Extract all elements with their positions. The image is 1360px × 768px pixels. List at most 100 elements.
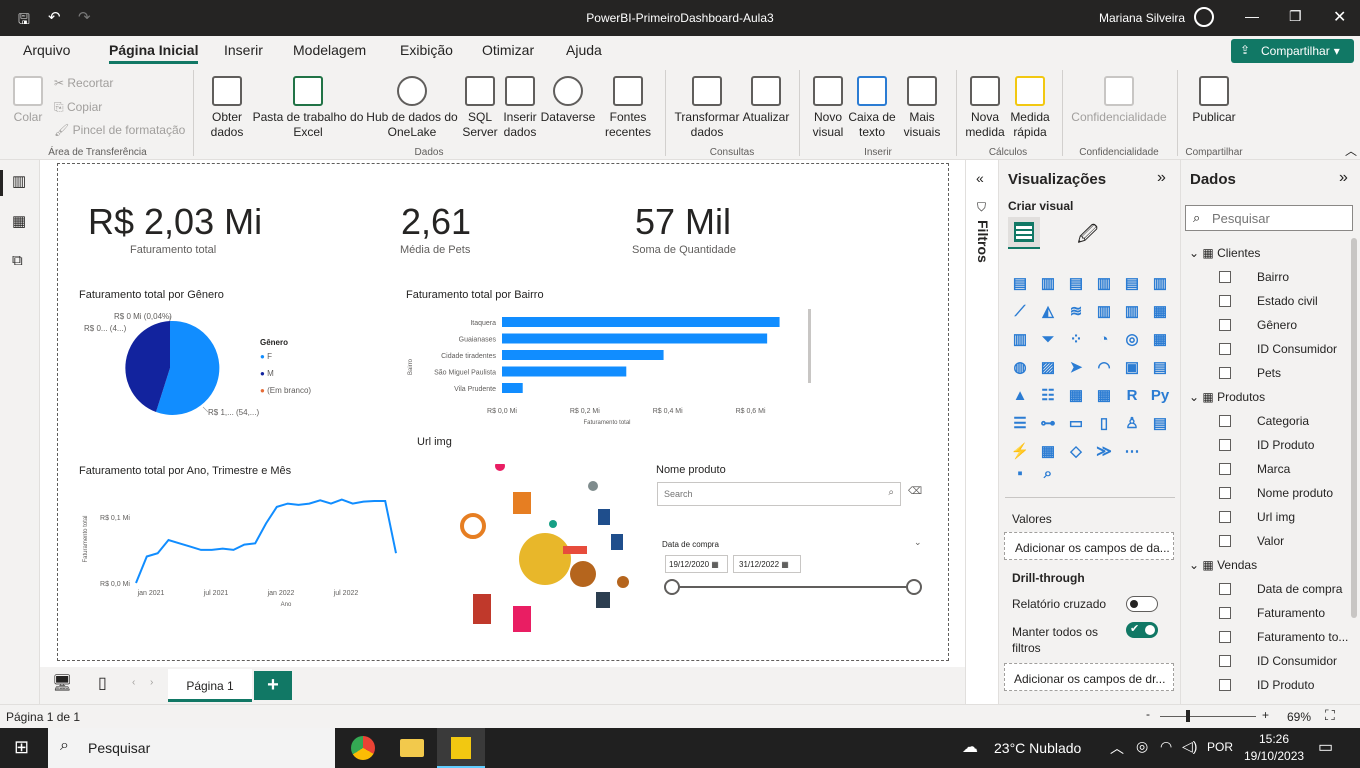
field-item[interactable]: Gênero (1219, 318, 1351, 336)
visual-type-icon[interactable]: ▦ (1065, 385, 1087, 407)
field-checkbox[interactable] (1219, 679, 1231, 691)
zoom-slider-handle[interactable] (1186, 710, 1190, 722)
field-item[interactable]: ID Produto (1219, 438, 1351, 456)
visual-type-icon[interactable]: ▤ (1009, 273, 1031, 295)
textbox-button[interactable]: Caixa de texto (848, 76, 896, 140)
visual-type-icon[interactable]: ▤ (1149, 357, 1171, 379)
drill-drop-zone[interactable]: Adicionar os campos de dr... (1004, 663, 1174, 691)
line-series[interactable] (135, 498, 397, 584)
visual-type-icon[interactable]: ⁘ (1065, 329, 1087, 351)
get-data-button[interactable]: Obter dados (200, 76, 254, 140)
data-search-input[interactable] (1212, 211, 1342, 226)
visual-type-icon[interactable]: ▦ (1037, 441, 1059, 463)
wifi-icon[interactable]: ◠ (1160, 738, 1172, 755)
visual-type-icon[interactable]: ▪ (1009, 463, 1031, 485)
cross-report-toggle[interactable] (1126, 596, 1158, 612)
tab-otimizar[interactable]: Otimizar (482, 42, 534, 58)
field-checkbox[interactable] (1219, 367, 1231, 379)
filters-pane[interactable]: « ⛉ Filtros (965, 160, 998, 704)
bar-chart[interactable]: Itaquera Guaianases Cidade tiradentes São M… (398, 304, 818, 429)
field-checkbox[interactable] (1219, 535, 1231, 547)
cut-button[interactable]: ✂ Recortar (54, 76, 113, 91)
tab-arquivo[interactable]: Arquivo (23, 42, 70, 58)
weather-icon[interactable]: ☁ (962, 737, 978, 757)
field-checkbox[interactable] (1219, 271, 1231, 283)
field-item[interactable]: Marca (1219, 462, 1351, 480)
mobile-view-icon[interactable]: ▯ (98, 673, 107, 693)
visual-type-icon[interactable]: ◇ (1065, 441, 1087, 463)
field-item[interactable]: Estado civil (1219, 294, 1351, 312)
bar-2[interactable] (502, 350, 664, 360)
notification-icon[interactable]: ▭ (1318, 737, 1333, 757)
field-item[interactable]: ID Consumidor (1219, 654, 1351, 672)
values-drop-zone[interactable]: Adicionar os campos de da... (1004, 532, 1174, 560)
new-measure-button[interactable]: Nova medida (962, 76, 1008, 140)
clock-time[interactable]: 15:26 (1259, 732, 1289, 746)
chevron-down-icon[interactable]: ⌄ (914, 537, 922, 548)
visual-type-icon[interactable]: ⋯ (1121, 441, 1143, 463)
visual-type-icon[interactable]: ▤ (1149, 413, 1171, 435)
visual-type-icon[interactable]: ⟋ (1009, 301, 1031, 323)
visual-type-icon[interactable]: ♙ (1121, 413, 1143, 435)
taskbar-search[interactable]: ⌕ Pesquisar (48, 728, 335, 768)
close-icon[interactable]: ✕ (1333, 7, 1346, 27)
field-item[interactable]: Nome produto (1219, 486, 1351, 504)
share-button[interactable]: ⇪ Compartilhar ▾ (1231, 39, 1354, 63)
format-visual-icon[interactable]: 🖉 (1077, 220, 1098, 254)
visual-type-icon[interactable]: ⌕ (1037, 463, 1059, 485)
visual-type-icon[interactable]: Py (1149, 385, 1171, 407)
field-checkbox[interactable] (1219, 607, 1231, 619)
transform-data-button[interactable]: Transformar dados (672, 76, 742, 140)
quick-measure-button[interactable]: Medida rápida (1008, 76, 1052, 140)
eraser-icon[interactable]: ⌫ (908, 486, 922, 497)
field-checkbox[interactable] (1219, 295, 1231, 307)
restore-icon[interactable]: ❐ (1289, 8, 1302, 25)
dataverse-button[interactable]: Dataverse (540, 76, 596, 125)
line-chart[interactable]: R$ 0,1 Mi R$ 0,0 Mi jan 2021 jul 2021 jan 20… (78, 479, 408, 609)
bar-1[interactable] (502, 333, 768, 344)
table-node[interactable]: ⌄ ▦ Clientes (1189, 246, 1260, 260)
visual-type-icon[interactable]: ☷ (1037, 385, 1059, 407)
field-checkbox[interactable] (1219, 463, 1231, 475)
field-checkbox[interactable] (1219, 319, 1231, 331)
publish-button[interactable]: Publicar (1184, 76, 1244, 125)
refresh-button[interactable]: Atualizar (742, 76, 790, 125)
model-view-icon[interactable]: ⧉ (12, 252, 23, 269)
next-page-icon[interactable]: › (150, 677, 153, 688)
new-visual-button[interactable]: Novo visual (808, 76, 848, 140)
visual-type-icon[interactable]: ≋ (1065, 301, 1087, 323)
visual-type-icon[interactable]: ➤ (1065, 357, 1087, 379)
visual-type-icon[interactable]: ▤ (1121, 273, 1143, 295)
build-visual-tab[interactable] (1008, 217, 1040, 249)
visual-type-icon[interactable]: ▦ (1149, 301, 1171, 323)
visual-type-icon[interactable]: ≫ (1093, 441, 1115, 463)
onelake-button[interactable]: Hub de dados do OneLake (364, 76, 460, 140)
data-pane-scrollbar[interactable] (1351, 238, 1357, 618)
visual-type-icon[interactable]: ◔ (1093, 329, 1115, 351)
language-indicator[interactable]: POR (1207, 740, 1233, 754)
search-icon[interactable]: ⌕ (888, 487, 894, 498)
file-explorer-icon[interactable] (400, 739, 424, 757)
tab-inserir[interactable]: Inserir (224, 42, 263, 58)
visual-type-icon[interactable]: ◍ (1009, 357, 1031, 379)
visual-type-icon[interactable]: ◠ (1093, 357, 1115, 379)
more-visuals-button[interactable]: Mais visuais (896, 76, 948, 140)
field-checkbox[interactable] (1219, 655, 1231, 667)
bar-3[interactable] (502, 366, 627, 377)
table-node[interactable]: ⌄ ▦ Vendas (1189, 558, 1257, 572)
bar-4[interactable] (502, 383, 523, 393)
field-item[interactable]: Url img (1219, 510, 1351, 528)
enter-data-button[interactable]: Inserir dados (500, 76, 540, 140)
field-item[interactable]: Data de compra (1219, 582, 1351, 600)
recent-sources-button[interactable]: Fontes recentes (598, 76, 658, 140)
field-checkbox[interactable] (1219, 487, 1231, 499)
visual-type-icon[interactable]: ▥ (1009, 329, 1031, 351)
table-view-icon[interactable]: ▦ (12, 212, 26, 230)
visual-type-icon[interactable]: R (1121, 385, 1143, 407)
visual-type-icon[interactable]: ▦ (1149, 329, 1171, 351)
page-tab-1[interactable]: Página 1 (168, 669, 252, 702)
format-painter-button[interactable]: 🖌 Pincel de formatação (54, 123, 185, 138)
visual-type-icon[interactable]: ▥ (1149, 273, 1171, 295)
zoom-in-icon[interactable]: + (1262, 708, 1269, 722)
field-checkbox[interactable] (1219, 583, 1231, 595)
